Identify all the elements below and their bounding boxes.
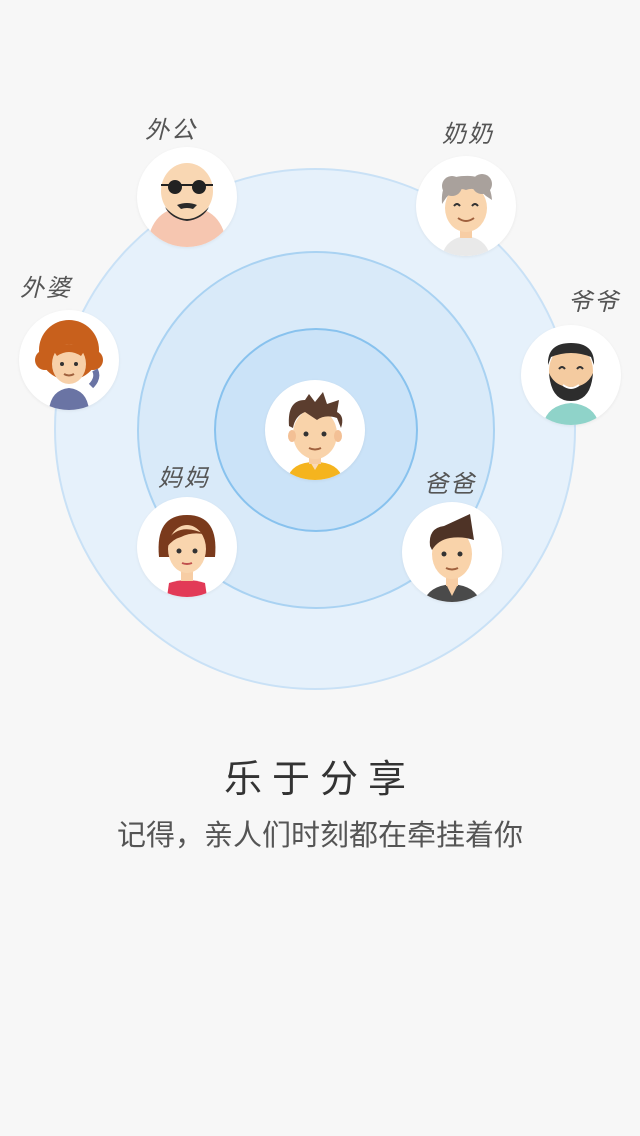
- headline: 乐于分享: [223, 757, 416, 801]
- family-circle-illustration: 外公 奶奶 爷爷 外婆 妈妈 爸爸: [0, 0, 640, 720]
- label-grandfather-paternal: 爷爷: [568, 288, 620, 316]
- curly-grandma-avatar-icon: [19, 310, 119, 410]
- tagline: 记得，亲人们时刻都在牵挂着你: [116, 818, 523, 852]
- label-grandmother-paternal: 奶奶: [442, 120, 494, 148]
- grandma-avatar-icon: [416, 156, 516, 256]
- member-father[interactable]: [402, 502, 502, 602]
- member-grandfather-maternal[interactable]: [137, 147, 237, 247]
- member-mother[interactable]: [137, 497, 237, 597]
- mom-avatar-icon: [137, 497, 237, 597]
- boy-avatar-icon: [265, 380, 365, 480]
- dad-avatar-icon: [402, 502, 502, 602]
- label-grandmother-maternal: 外婆: [20, 274, 72, 302]
- bearded-grandpa-avatar-icon: [521, 325, 621, 425]
- label-father: 爸爸: [424, 470, 476, 498]
- member-grandmother-paternal[interactable]: [416, 156, 516, 256]
- label-mother: 妈妈: [158, 464, 210, 492]
- label-grandfather-maternal: 外公: [145, 116, 197, 144]
- center-member: [265, 380, 365, 480]
- member-grandfather-paternal[interactable]: [521, 325, 621, 425]
- member-grandmother-maternal[interactable]: [19, 310, 119, 410]
- bald-grandpa-avatar-icon: [137, 147, 237, 247]
